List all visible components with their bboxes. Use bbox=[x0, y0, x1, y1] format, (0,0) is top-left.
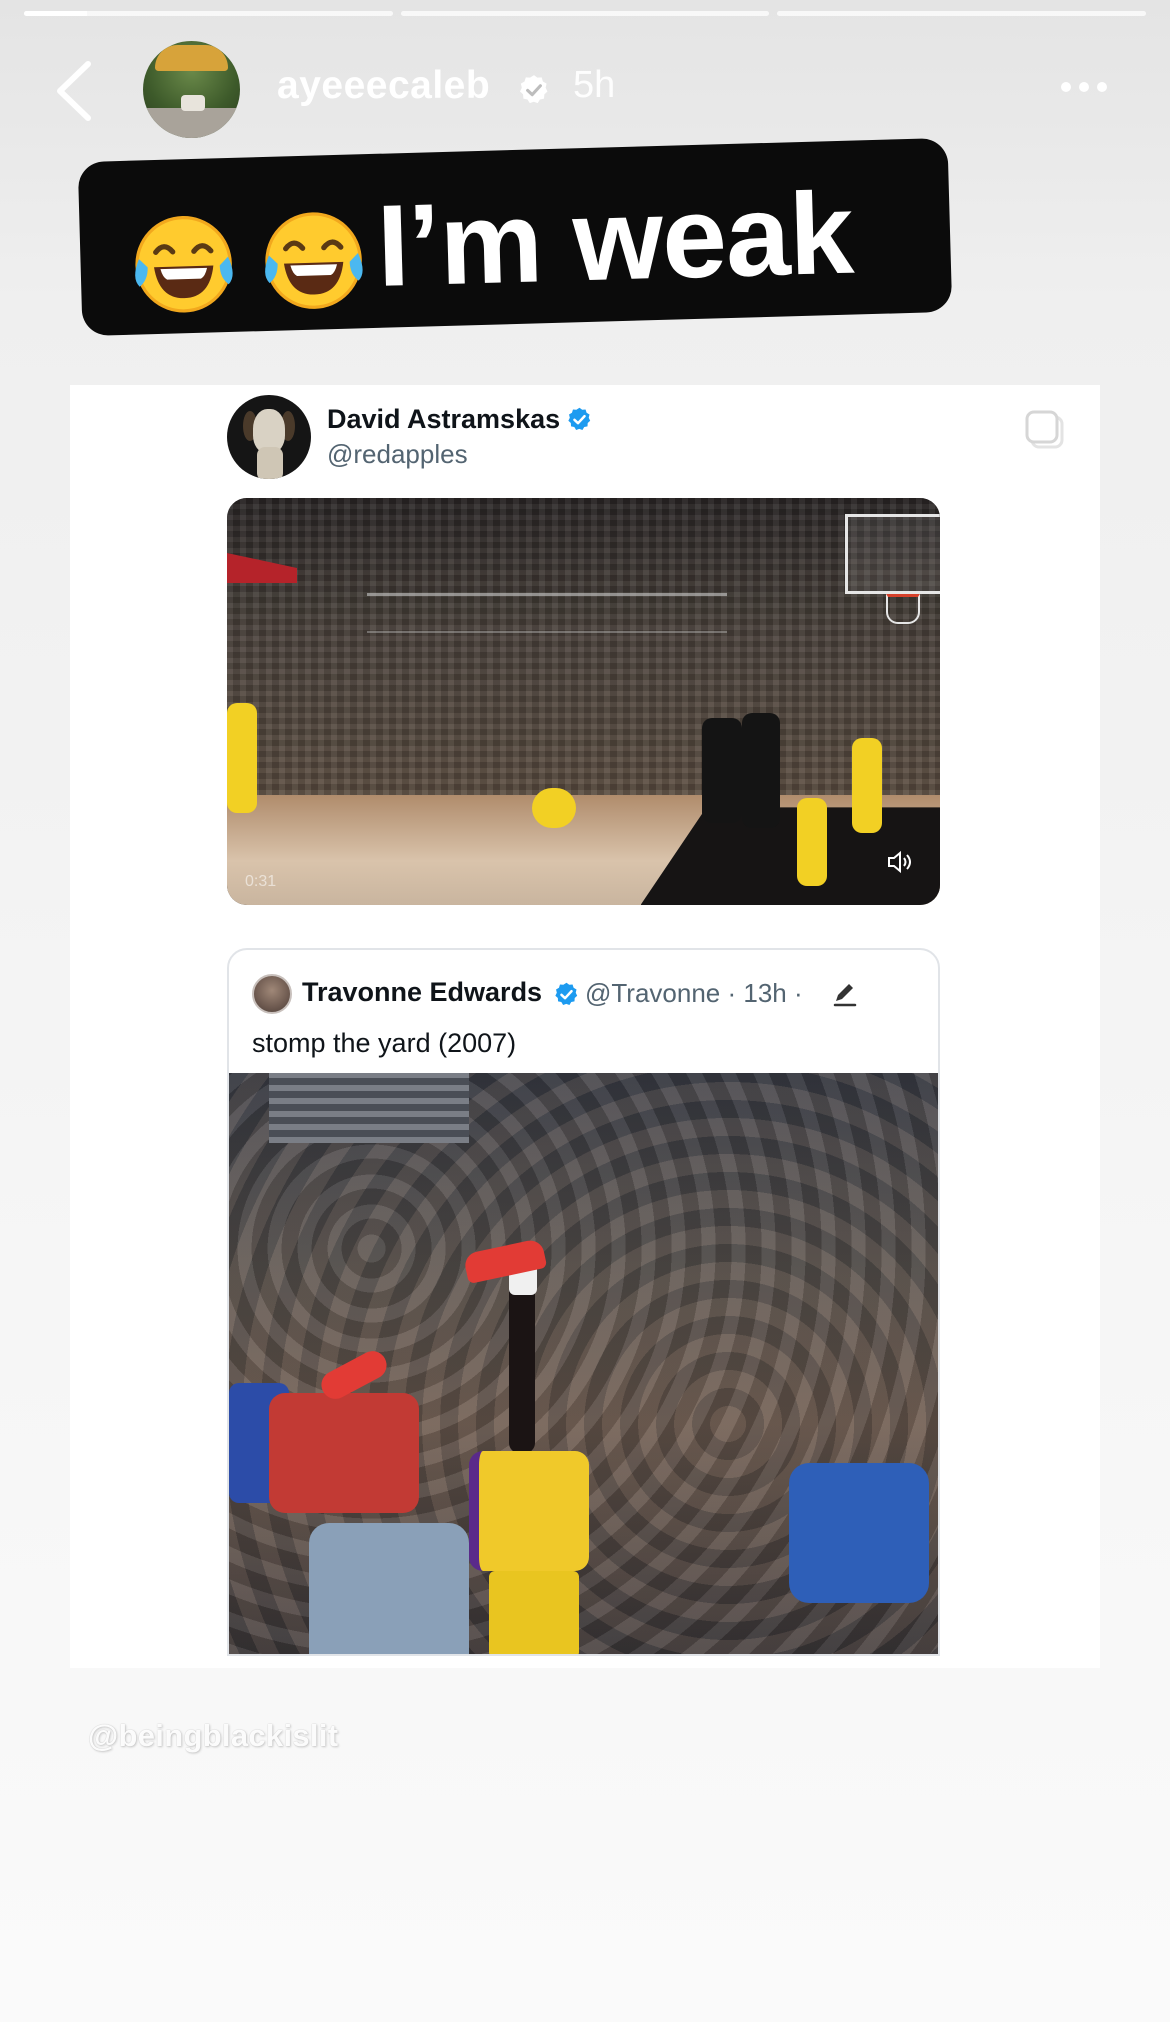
story-progress-bar bbox=[24, 11, 1147, 17]
story-progress-segment bbox=[777, 11, 1147, 16]
profile-avatar[interactable] bbox=[143, 41, 240, 138]
source-watermark: @beingblackislit bbox=[88, 1718, 339, 1753]
tweet-screenshot-card[interactable]: David Astramskas @redapples 0:31 Travonn… bbox=[70, 385, 1100, 1668]
edit-pencil-icon bbox=[833, 984, 857, 1007]
username[interactable]: ayeeecaleb bbox=[277, 64, 490, 108]
copy-icon[interactable] bbox=[1022, 407, 1070, 455]
tweet-author-name-text: David Astramskas bbox=[327, 404, 561, 434]
tears-of-joy-emoji-icon bbox=[135, 216, 233, 313]
quoted-author-name: Travonne Edwards bbox=[302, 977, 543, 1007]
caption-sticker: I’m weak bbox=[77, 137, 953, 337]
verified-badge-icon bbox=[555, 982, 578, 1005]
tweet-video[interactable]: 0:31 bbox=[227, 498, 940, 905]
verified-badge-icon bbox=[519, 75, 548, 104]
story-progress-segment bbox=[400, 11, 770, 16]
quoted-tweet-video[interactable] bbox=[229, 1073, 938, 1654]
more-options-icon[interactable] bbox=[1061, 82, 1107, 92]
story-time-ago: 5h bbox=[573, 64, 616, 106]
tears-of-joy-emoji-icon bbox=[265, 212, 363, 309]
story-progress-segment bbox=[24, 11, 393, 16]
video-timestamp: 0:31 bbox=[245, 873, 277, 890]
tweet-author-handle: @redapples bbox=[327, 439, 468, 469]
verified-badge-icon bbox=[568, 407, 591, 430]
quoted-author-handle-meta: @Travonne · 13h · bbox=[585, 978, 803, 1008]
quoted-author-avatar bbox=[252, 974, 292, 1014]
back-chevron-icon[interactable] bbox=[50, 58, 100, 124]
quoted-tweet[interactable]: Travonne Edwards @Travonne · 13h · stomp… bbox=[227, 948, 940, 1656]
volume-icon[interactable] bbox=[886, 849, 912, 875]
tweet-author-name: David Astramskas bbox=[327, 404, 593, 435]
tweet-author-avatar bbox=[227, 395, 311, 479]
caption-text: I’m weak bbox=[375, 167, 855, 311]
quoted-tweet-text: stomp the yard (2007) bbox=[252, 1028, 517, 1058]
